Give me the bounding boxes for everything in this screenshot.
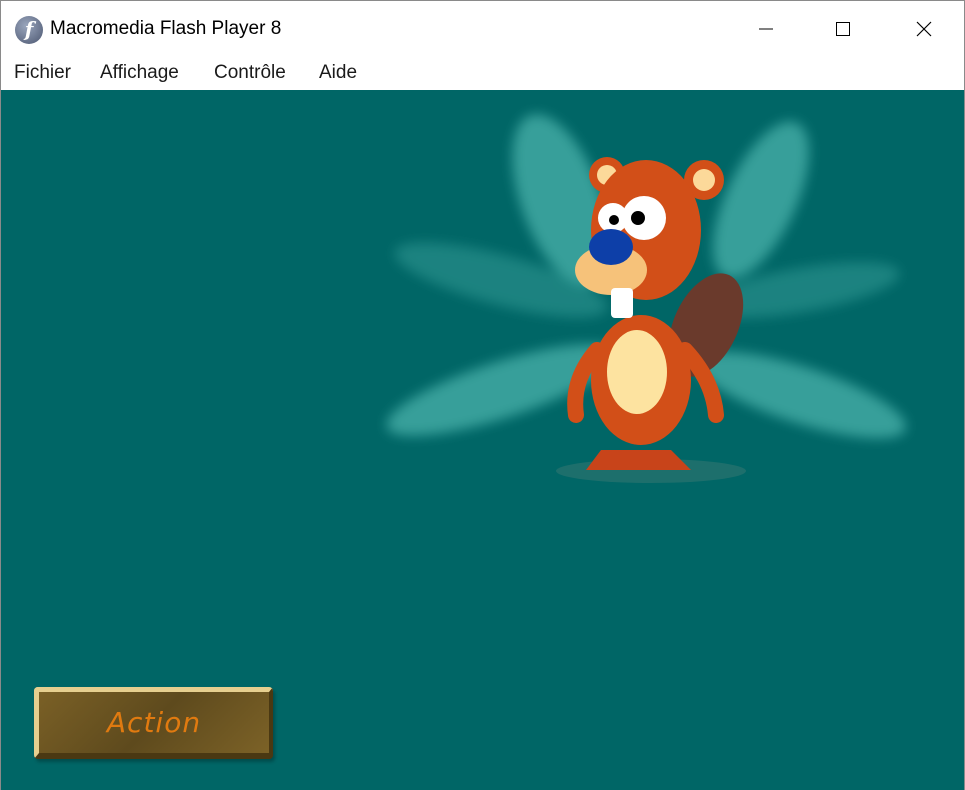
close-icon [916, 21, 932, 37]
title-bar[interactable]: f Macromedia Flash Player 8 [1, 1, 964, 57]
menu-affichage[interactable]: Affichage [100, 62, 179, 84]
window-title: Macromedia Flash Player 8 [50, 18, 282, 39]
menu-fichier[interactable]: Fichier [14, 62, 71, 84]
beaver-character [386, 114, 906, 483]
action-button-label: Action [106, 706, 202, 739]
flash-icon: f [15, 16, 43, 44]
action-button[interactable]: Action [34, 687, 273, 759]
maximize-button[interactable] [820, 1, 866, 57]
menu-controle[interactable]: Contrôle [214, 62, 286, 84]
menu-bar: Fichier Affichage Contrôle Aide [1, 57, 964, 90]
minimize-icon [759, 28, 773, 30]
menu-aide[interactable]: Aide [319, 62, 357, 84]
flash-player-window: f Macromedia Flash Player 8 Fichier Affi… [0, 0, 965, 790]
maximize-icon [836, 22, 850, 36]
flash-stage[interactable]: Action [1, 90, 964, 790]
close-button[interactable] [901, 1, 947, 57]
minimize-button[interactable] [743, 1, 789, 57]
